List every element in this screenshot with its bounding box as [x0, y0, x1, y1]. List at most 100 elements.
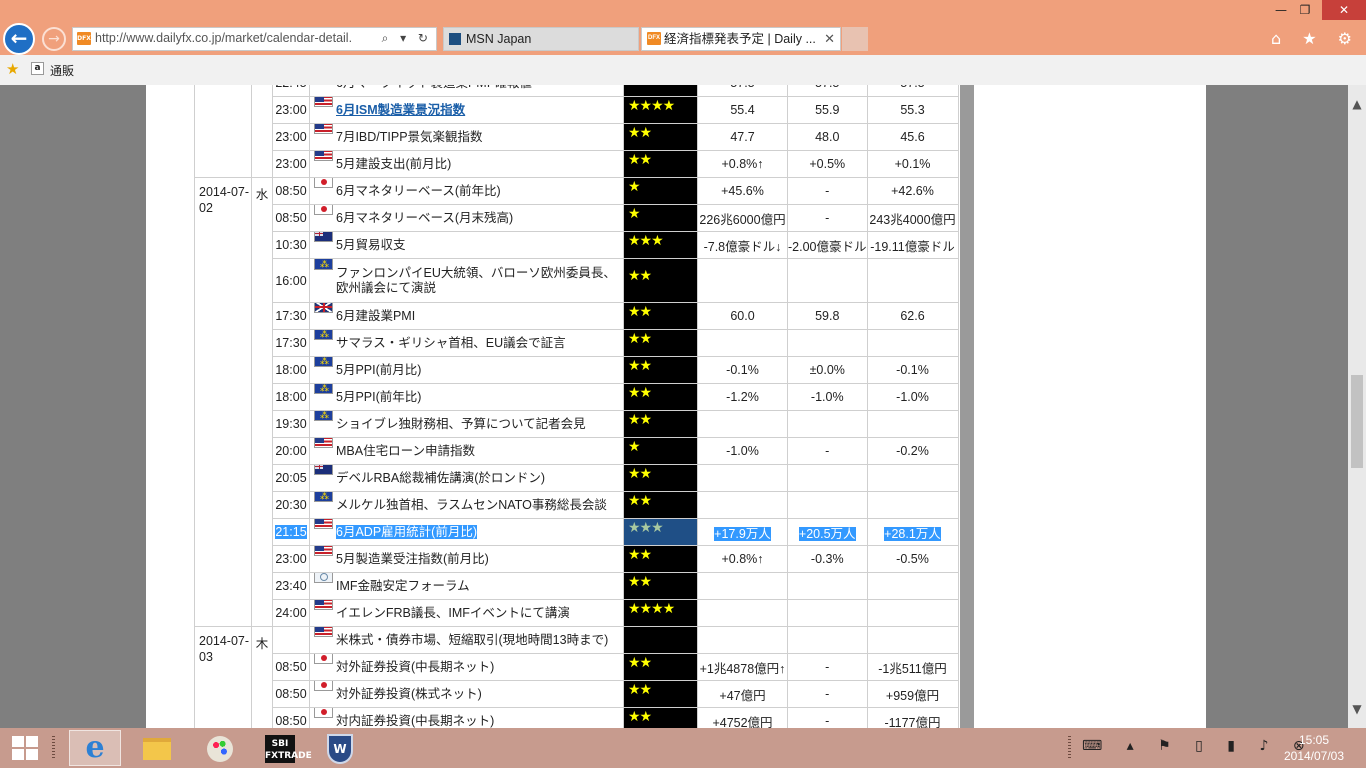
event-name: 5月貿易収支 — [336, 237, 406, 252]
previous-value: 62.6 — [900, 309, 925, 323]
calendar-row[interactable]: 20:30 メルケル独首相、ラスムセンNATO事務総長会談 ★★ — [195, 491, 959, 519]
time-cell: 08:50 — [272, 680, 310, 708]
calendar-row[interactable]: 08:50 対外証券投資(株式ネット) ★★ +47億円 - +959億円 — [195, 680, 959, 708]
forecast-value-cell: -2.00億豪ドル — [787, 231, 868, 259]
event-content: 6月ADP雇用統計(前月比) — [311, 519, 623, 540]
taskbar-internet-explorer[interactable]: e — [69, 730, 121, 766]
calendar-row[interactable]: 2014-07-02 水 08:50 6月マネタリーベース(前年比) ★ +45.6% - +… — [194, 177, 959, 627]
taskbar-shield-app[interactable]: W — [314, 730, 366, 766]
event-link[interactable]: 6月ISM製造業景況指数 — [336, 103, 465, 117]
forecast-value: - — [825, 444, 830, 458]
calendar-row[interactable]: 17:30 サマラス・ギリシャ首相、EU議会で証言 ★★ — [195, 329, 959, 357]
country-flag-eu-icon — [314, 330, 333, 342]
calendar-row[interactable]: 23:00 7月IBD/TIPP景気楽観指数 ★★ 47.7 48.0 45.6 — [195, 123, 959, 151]
close-window-button[interactable]: ✕ — [1322, 0, 1366, 20]
new-tab-button[interactable] — [842, 27, 868, 51]
actual-value-cell: -7.8億豪ドル↓ — [697, 231, 788, 259]
previous-value-cell: -1.0% — [866, 383, 959, 411]
event-content: 5月製造業受注指数(前月比) — [311, 546, 623, 567]
weekday-cell: 木 — [251, 626, 273, 728]
time-cell: 08:50 — [272, 653, 310, 681]
importance-stars-icon: ★★ — [628, 383, 652, 400]
actual-value: +47億円 — [719, 688, 766, 703]
event-name: 6月ADP雇用統計(前月比) — [336, 524, 477, 539]
event-cell: IMF金融安定フォーラム — [309, 572, 624, 600]
importance-stars-icon: ★ — [628, 204, 641, 221]
forecast-value-cell: - — [787, 177, 868, 205]
tab-close-icon[interactable]: ✕ — [824, 28, 835, 50]
address-url[interactable]: http://www.dailyfx.co.jp/market/calendar… — [95, 31, 352, 45]
previous-value: -1兆511億円 — [878, 661, 947, 676]
scroll-down-icon[interactable]: ▼ — [1348, 702, 1366, 716]
calendar-row[interactable]: 24:00 イエレンFRB議長、IMFイベントにて講演 ★★★★ — [195, 599, 959, 627]
taskbar-clock[interactable]: 15:05 2014/07/03 — [1280, 732, 1348, 764]
event-cell: 対内証券投資(中長期ネット) — [309, 707, 624, 728]
time-cell: 22:45 — [272, 85, 310, 97]
time-text: 23:00 — [275, 552, 307, 566]
event-content: 米株式・債券市場、短縮取引(現地時間13時まで) — [311, 627, 623, 648]
actual-value-cell: -1.2% — [697, 383, 788, 411]
forecast-value: -0.3% — [810, 552, 844, 566]
country-flag-uk-icon — [314, 303, 333, 313]
start-button[interactable] — [12, 736, 38, 760]
calendar-row[interactable]: 20:00 MBA住宅ローン申請指数 ★ -1.0% - -0.2% — [195, 437, 959, 465]
time-cell: 24:00 — [272, 599, 310, 627]
calendar-row[interactable]: 10:30 5月貿易収支 ★★★ -7.8億豪ドル↓ -2.00億豪ドル -19.11億豪… — [195, 231, 959, 259]
maximize-button[interactable]: ❐ — [1290, 0, 1320, 20]
event-name: 米株式・債券市場、短縮取引(現地時間13時まで) — [336, 632, 609, 647]
event-cell: 6月マネタリーベース(月末残高) — [309, 204, 624, 232]
actual-value-cell: +1兆4878億円↑ — [697, 653, 788, 681]
country-flag-us-icon — [314, 627, 333, 637]
actual-value-cell: +4752億円 — [697, 707, 788, 728]
back-button[interactable]: ← — [3, 23, 35, 55]
calendar-row[interactable]: 23:00 5月製造業受注指数(前月比) ★★ +0.8%↑ -0.3% -0.5% — [195, 545, 959, 573]
event-name: メルケル独首相、ラスムセンNATO事務総長会談 — [336, 497, 607, 512]
country-flag-eu-icon — [314, 357, 333, 369]
tab-dailyfx-calendar[interactable]: DFX 経済指標発表予定 | Daily ... ✕ — [641, 27, 841, 51]
calendar-row[interactable]: 17:30 6月建設業PMI ★★ 60.0 59.8 62.6 — [195, 302, 959, 330]
calendar-row[interactable]: 18:00 5月PPI(前月比) ★★ -0.1% ±0.0% -0.1% — [195, 356, 959, 384]
internet-explorer-icon: e — [85, 730, 105, 765]
actual-value-cell: 47.7 — [697, 123, 788, 151]
favorite-link-tsuhan[interactable]: 通販 — [50, 62, 74, 79]
importance-cell: ★★ — [623, 680, 698, 708]
importance-stars-icon: ★★ — [628, 572, 652, 589]
scroll-thumb[interactable] — [1351, 375, 1363, 468]
favorites-add-icon[interactable]: ★ — [6, 60, 19, 78]
importance-cell: ★★★★ — [623, 96, 698, 124]
calendar-row[interactable]: 08:50 対外証券投資(中長期ネット) ★★ +1兆4878億円↑ - -1兆511億円 — [195, 653, 959, 681]
home-favorites-tools-icons[interactable]: ⌂ ★ ⚙ — [1271, 29, 1360, 48]
calendar-row[interactable]: 20:05 デベルRBA総裁補佐講演(於ロンドン) ★★ — [195, 464, 959, 492]
calendar-row[interactable]: 08:50 対内証券投資(中長期ネット) ★★ +4752億円 - -1177億円 — [195, 707, 959, 728]
event-cell: 7月IBD/TIPP景気楽観指数 — [309, 123, 624, 151]
calendar-row[interactable]: 19:30 ショイブレ独財務相、予算について記者会見 ★★ — [195, 410, 959, 438]
calendar-row[interactable]: 18:00 5月PPI(前年比) ★★ -1.2% -1.0% -1.0% — [195, 383, 959, 411]
vertical-scrollbar[interactable]: ▲ ▼ — [1348, 85, 1366, 728]
forward-button[interactable]: → — [42, 27, 66, 51]
taskbar-paint[interactable] — [193, 730, 245, 766]
calendar-row[interactable]: 2014-07-03 木 米株式・債券市場、短縮取引(現地時間13時まで) — [194, 626, 959, 728]
taskbar-file-explorer[interactable] — [131, 730, 183, 766]
calendar-row[interactable]: 22:45 6月マークイット製造業PMI-確報値- ★★ 57.5 57.5 57.5 — [194, 85, 959, 178]
calendar-row[interactable]: 21:15 6月ADP雇用統計(前月比) ★★★ +17.9万人 +20.5万人 +28.… — [195, 518, 959, 546]
calendar-row[interactable]: 23:40 IMF金融安定フォーラム ★★ — [195, 572, 959, 600]
actual-value: 60.0 — [730, 309, 755, 323]
calendar-row[interactable]: 23:00 6月ISM製造業景況指数 ★★★★ 55.4 55.9 55.3 — [195, 96, 959, 124]
event-cell: ショイブレ独財務相、予算について記者会見 — [309, 410, 624, 438]
windows-logo-icon — [26, 736, 38, 747]
time-text: 18:00 — [275, 390, 307, 404]
actual-value: -1.2% — [726, 390, 759, 404]
previous-value-cell: -1177億円 — [866, 707, 959, 728]
address-bar-icons[interactable]: ⌕ ▾ ↻ — [382, 31, 432, 46]
time-text: 20:00 — [275, 444, 307, 458]
scroll-up-icon[interactable]: ▲ — [1348, 97, 1366, 111]
calendar-row[interactable]: 16:00 ファンロンパイEU大統領、バローソ欧州委員長、欧州議会にて演説 ★★ — [195, 258, 959, 303]
event-cell[interactable]: 6月ISM製造業景況指数 — [309, 96, 624, 124]
tab-msn-japan[interactable]: MSN Japan — [443, 27, 639, 51]
calendar-row[interactable]: 23:00 5月建設支出(前月比) ★★ +0.8%↑ +0.5% +0.1% — [195, 150, 959, 178]
address-bar[interactable]: DFX http://www.dailyfx.co.jp/market/cale… — [72, 27, 437, 51]
calendar-row[interactable]: 08:50 6月マネタリーベース(月末残高) ★ 226兆6000億円 - 243兆400… — [195, 204, 959, 232]
event-cell: 米株式・債券市場、短縮取引(現地時間13時まで) — [309, 626, 624, 654]
event-content: IMF金融安定フォーラム — [311, 573, 623, 594]
taskbar-sbi-fxtrade[interactable]: SBI FXTRADE — [253, 730, 312, 766]
